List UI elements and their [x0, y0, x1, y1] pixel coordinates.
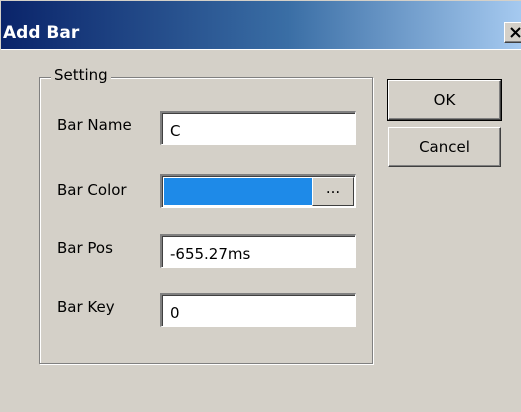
bar-pos-label: Bar Pos [57, 239, 113, 257]
bar-name-input[interactable] [160, 111, 356, 145]
bar-name-label: Bar Name [57, 116, 132, 134]
title-bar[interactable]: Add Bar [1, 1, 521, 50]
bar-key-input[interactable] [160, 293, 356, 327]
setting-group-title: Setting [51, 66, 111, 84]
bar-color-swatch[interactable] [164, 178, 312, 205]
bar-color-label: Bar Color [57, 181, 127, 199]
bar-color-field: ... [160, 174, 356, 208]
window-title: Add Bar [3, 23, 80, 43]
bar-key-label: Bar Key [57, 298, 115, 316]
ok-button[interactable]: OK [387, 79, 502, 121]
color-browse-button[interactable]: ... [312, 177, 354, 206]
close-icon [510, 27, 521, 38]
add-bar-dialog: Add Bar Setting Bar Name Bar Color ... B… [0, 0, 521, 412]
bar-pos-input[interactable] [160, 234, 356, 268]
cancel-button[interactable]: Cancel [388, 127, 501, 167]
close-button[interactable] [504, 22, 521, 43]
